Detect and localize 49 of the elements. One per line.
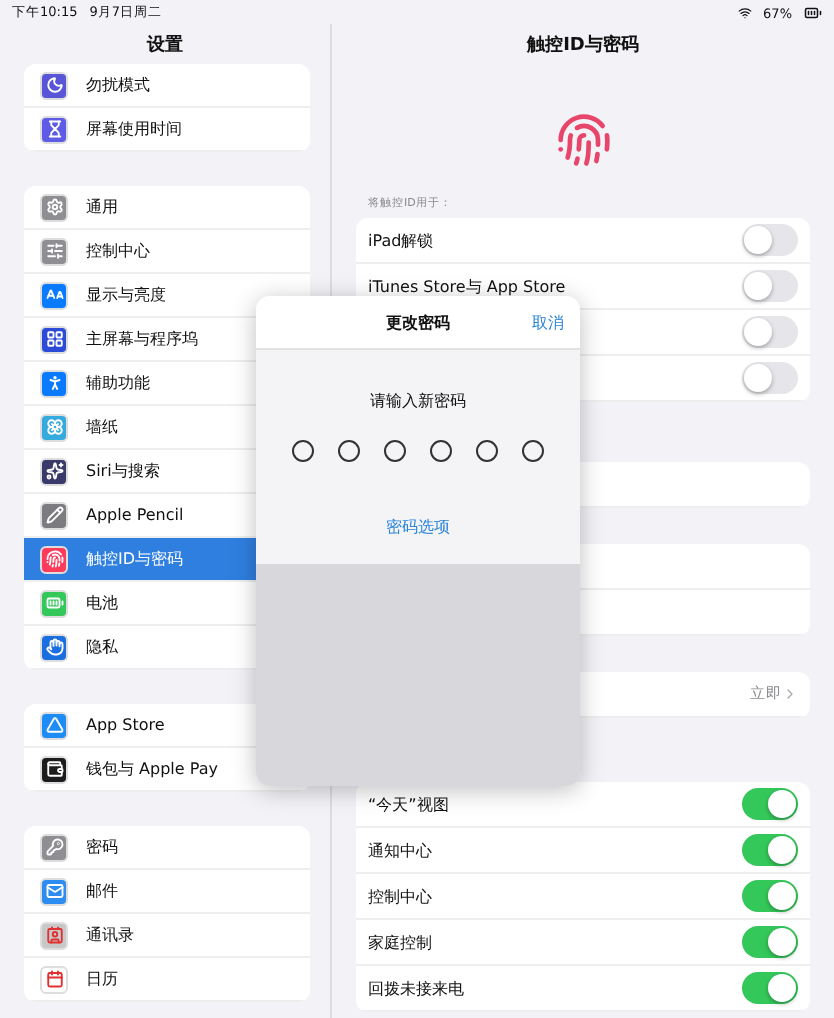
settings-row[interactable]: 控制中心 <box>356 874 810 920</box>
toggle-switch[interactable] <box>742 362 798 394</box>
cancel-button[interactable]: 取消 <box>532 311 564 333</box>
sidebar-label: Apple Pencil <box>86 506 184 524</box>
row-label: iPad解锁 <box>368 229 434 251</box>
row-label: iTunes Store与 App Store <box>368 275 566 297</box>
sidebar-label: 隐私 <box>86 636 118 658</box>
toggle-switch[interactable] <box>742 270 798 302</box>
sidebar-label: 辅助功能 <box>86 372 150 394</box>
toggle-switch[interactable] <box>742 880 798 912</box>
settings-row[interactable]: 家庭控制 <box>356 920 810 966</box>
sidebar-label: 控制中心 <box>86 240 150 262</box>
battery-icon <box>804 4 822 22</box>
settings-row[interactable]: 回拨未接来电 <box>356 966 810 1012</box>
row-label: 回拨未接来电 <box>368 977 464 999</box>
sidebar-label: Siri与搜索 <box>86 460 160 482</box>
sidebar-label: 屏幕使用时间 <box>86 118 182 140</box>
chevron-icon <box>782 686 798 702</box>
wifi-icon <box>737 6 752 20</box>
sidebar-label: App Store <box>86 716 165 734</box>
toggle-switch[interactable] <box>742 788 798 820</box>
sidebar-label: 通讯录 <box>86 924 134 946</box>
dialog-title: 更改密码 <box>386 311 450 333</box>
row-label: “今天”视图 <box>368 793 449 815</box>
sidebar-label: 通用 <box>86 196 118 218</box>
row-label: 控制中心 <box>368 885 432 907</box>
sidebar-label: 密码 <box>86 836 118 858</box>
toggle-switch[interactable] <box>742 926 798 958</box>
toggle-switch[interactable] <box>742 972 798 1004</box>
toggle-switch[interactable] <box>742 316 798 348</box>
fingerprint-icon <box>555 112 611 168</box>
sidebar-title: 设置 <box>144 33 185 59</box>
sidebar-label: 墙纸 <box>86 416 118 438</box>
toggle-switch[interactable] <box>742 834 798 866</box>
settings-row[interactable]: 通知中心 <box>356 828 810 874</box>
sidebar-label: 触控ID与密码 <box>86 548 184 570</box>
page-title: 触控ID与密码 <box>524 32 641 59</box>
row-label: 家庭控制 <box>368 931 432 953</box>
passcode-prompt: 请输入新密码 <box>368 390 468 412</box>
toggle-switch[interactable] <box>742 224 798 256</box>
sidebar-label: 邮件 <box>86 880 118 902</box>
sidebar-label: 钱包与 Apple Pay <box>86 758 218 780</box>
sidebar-label: 日历 <box>86 968 118 990</box>
sidebar-label: 显示与亮度 <box>86 284 166 306</box>
sidebar-label: 主屏幕与程序坞 <box>86 328 198 350</box>
sidebar-label: 勿扰模式 <box>86 74 150 96</box>
settings-row[interactable]: iPad解锁 <box>356 218 810 264</box>
sidebar-label: 电池 <box>86 592 118 614</box>
row-label: 通知中心 <box>368 839 432 861</box>
